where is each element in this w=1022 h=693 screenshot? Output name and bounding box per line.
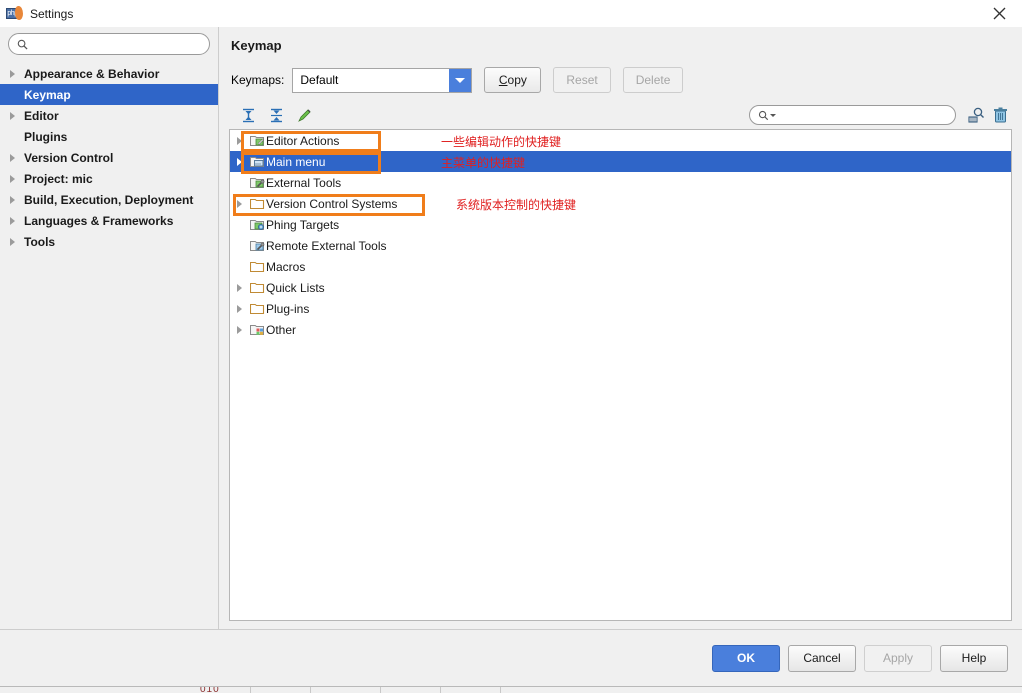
folder-icon [248, 260, 266, 273]
folder-editor-icon [248, 134, 266, 147]
keymap-panel: Keymap Keymaps: Default Copy Reset Delet… [219, 27, 1022, 629]
chevron-right-icon[interactable] [230, 157, 248, 166]
sidebar-item-label: Tools [24, 234, 56, 249]
settings-dialog: php Settings Appearance & Behavior Keyma… [0, 0, 1022, 686]
sidebar-item-label: Version Control [24, 150, 114, 165]
find-actions-box[interactable] [749, 105, 956, 125]
tree-row[interactable]: External Tools [230, 172, 1011, 193]
chevron-right-icon [10, 195, 24, 204]
folder-menu-icon [248, 155, 266, 168]
cancel-button[interactable]: Cancel [788, 644, 856, 672]
tree-row-label: Remote External Tools [266, 238, 387, 253]
sidebar-item-languages-frameworks[interactable]: Languages & Frameworks [0, 210, 218, 231]
keymaps-label: Keymaps: [231, 73, 285, 87]
sidebar-item-label: Project: mic [24, 171, 93, 186]
tree-row[interactable]: Remote External Tools [230, 235, 1011, 256]
collapse-all-icon[interactable] [265, 105, 287, 125]
find-actions-input[interactable] [779, 108, 947, 122]
folder-icon [248, 281, 266, 294]
tree-row[interactable]: Other [230, 319, 1011, 340]
tree-row-label: Phing Targets [266, 217, 340, 232]
sidebar-item-build-execution-deployment[interactable]: Build, Execution, Deployment [0, 189, 218, 210]
chevron-right-icon [10, 153, 24, 162]
reset-button[interactable]: Reset [553, 67, 611, 93]
trash-icon[interactable] [988, 105, 1012, 125]
sidebar-item-label: Appearance & Behavior [24, 66, 160, 81]
help-button[interactable]: Help [940, 644, 1008, 672]
sidebar-item-tools[interactable]: Tools [0, 231, 218, 252]
folder-phing-icon [248, 218, 266, 231]
search-box[interactable] [8, 33, 210, 55]
sidebar-item-project[interactable]: Project: mic [0, 168, 218, 189]
folder-tools-icon [248, 176, 266, 189]
chevron-right-icon [10, 69, 24, 78]
sidebar-item-label: Build, Execution, Deployment [24, 192, 194, 207]
sidebar-item-label: Plugins [24, 129, 68, 144]
ok-button[interactable]: OK [712, 644, 780, 672]
sidebar-item-version-control[interactable]: Version Control [0, 147, 218, 168]
sidebar-item-appearance-behavior[interactable]: Appearance & Behavior [0, 63, 218, 84]
tree-row-label: Editor Actions [266, 133, 340, 148]
sidebar-item-plugins[interactable]: Plugins [0, 126, 218, 147]
tree-row-label: Other [266, 322, 297, 337]
tree-row-label: Version Control Systems [266, 196, 398, 211]
tree-row[interactable]: Editor Actions [230, 130, 1011, 151]
keymap-selected-value: Default [300, 73, 339, 87]
folder-icon [248, 302, 266, 315]
delete-button[interactable]: Delete [622, 67, 684, 93]
sidebar-item-label: Languages & Frameworks [24, 213, 174, 228]
tree-row-label: Macros [266, 259, 306, 274]
sidebar-item-label: Editor [24, 108, 59, 123]
sidebar-item-editor[interactable]: Editor [0, 105, 218, 126]
search-icon [17, 39, 28, 50]
chevron-right-icon[interactable] [230, 283, 248, 292]
close-icon[interactable] [976, 0, 1022, 27]
folder-other-icon [248, 323, 266, 336]
window-title: Settings [30, 6, 74, 21]
tree-row[interactable]: Main menu [230, 151, 1011, 172]
page-title: Keymap [231, 38, 282, 53]
tree-row[interactable]: Phing Targets [230, 214, 1011, 235]
tree-row-label: Main menu [266, 154, 326, 169]
chevron-right-icon [10, 237, 24, 246]
keymap-tree[interactable]: Editor Actions Main menu External Tools … [229, 129, 1012, 621]
copy-button[interactable]: Copy [484, 67, 542, 93]
chevron-down-icon[interactable] [449, 68, 472, 92]
chevron-right-icon[interactable] [230, 199, 248, 208]
apply-button[interactable]: Apply [864, 644, 932, 672]
keymap-select[interactable]: Default [292, 67, 473, 93]
sidebar-item-label: Keymap [24, 87, 71, 102]
title-bar: php Settings [0, 0, 1022, 27]
tree-row[interactable]: Plug-ins [230, 298, 1011, 319]
tree-row-label: Quick Lists [266, 280, 325, 295]
find-by-shortcut-icon[interactable] [964, 105, 988, 125]
search-icon [758, 110, 769, 120]
tree-row[interactable]: Quick Lists [230, 277, 1011, 298]
folder-icon [248, 197, 266, 210]
tree-row[interactable]: Version Control Systems [230, 193, 1011, 214]
keymap-toolbar [229, 103, 1012, 127]
chevron-right-icon [10, 174, 24, 183]
dialog-footer: OK Cancel Apply Help [0, 629, 1022, 686]
keymaps-row: Keymaps: Default Copy Reset Delete [231, 67, 1012, 93]
tree-row-label: Plug-ins [266, 301, 310, 316]
chevron-right-icon[interactable] [230, 325, 248, 334]
sidebar-item-keymap[interactable]: Keymap [0, 84, 218, 105]
chevron-right-icon[interactable] [230, 304, 248, 313]
tree-row-label: External Tools [266, 175, 342, 190]
chevron-right-icon [10, 111, 24, 120]
chevron-right-icon[interactable] [230, 136, 248, 145]
phpstorm-icon: php [6, 5, 23, 22]
dialog-body: Appearance & Behavior Keymap Editor Plug… [0, 27, 1022, 629]
expand-all-icon[interactable] [237, 105, 259, 125]
folder-remote-icon [248, 239, 266, 252]
settings-search-input[interactable] [33, 36, 201, 52]
chevron-right-icon [10, 216, 24, 225]
edit-pencil-icon[interactable] [293, 105, 315, 125]
sidebar-list: Appearance & Behavior Keymap Editor Plug… [0, 63, 218, 629]
tree-row[interactable]: Macros [230, 256, 1011, 277]
sidebar-search-wrap [0, 33, 218, 63]
settings-sidebar: Appearance & Behavior Keymap Editor Plug… [0, 27, 219, 629]
chevron-down-icon[interactable] [770, 113, 776, 117]
